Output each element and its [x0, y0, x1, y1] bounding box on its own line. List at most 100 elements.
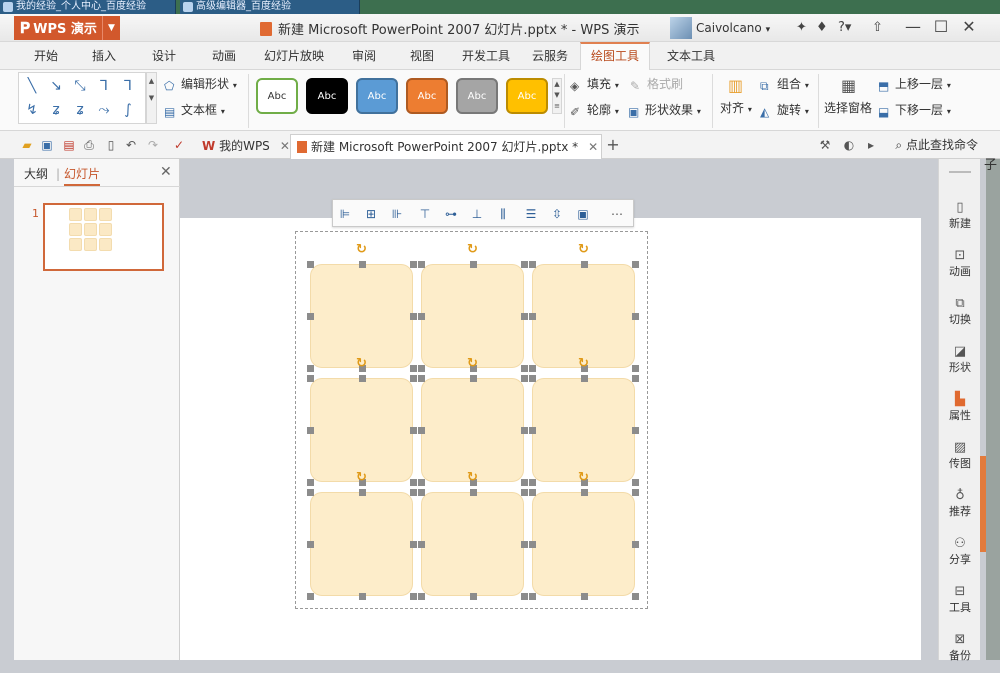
tab-review[interactable]: 审阅 — [342, 42, 386, 70]
resize-handle[interactable] — [307, 313, 314, 320]
sidebar-item-shape[interactable]: ◪ 形状 — [939, 337, 981, 385]
rotate-handle-icon[interactable]: ↻ — [466, 243, 480, 257]
os-tab-baidu-personal[interactable]: 我的经验_个人中心_百度经验 — [0, 0, 176, 14]
format-brush-button[interactable]: ✎ 格式刷 — [630, 75, 683, 93]
sidebar-item-share[interactable]: ⚇ 分享 — [939, 529, 981, 577]
resize-handle[interactable] — [358, 489, 366, 496]
resize-handle[interactable] — [521, 313, 528, 320]
resize-handle[interactable] — [521, 489, 528, 496]
resize-handle[interactable] — [307, 489, 314, 496]
doc-tab-my-wps[interactable]: W 我的WPS ✕ — [196, 134, 296, 159]
resize-handle[interactable] — [418, 427, 425, 434]
resize-handle[interactable] — [580, 261, 588, 268]
tab-developer[interactable]: 开发工具 — [456, 42, 516, 70]
resize-handle[interactable] — [307, 365, 314, 372]
rotate-handle-icon[interactable]: ↻ — [577, 357, 591, 371]
tab-slides[interactable]: 幻灯片 — [64, 166, 101, 186]
gallery-scroll[interactable]: ▲ ▼ — [146, 72, 157, 124]
rounded-square-shape[interactable] — [532, 378, 635, 482]
rotate-handle-icon[interactable]: ↻ — [355, 471, 369, 485]
outline-button[interactable]: ✐ 轮廓 ▾ — [570, 101, 619, 121]
open-icon[interactable]: ▰ — [20, 138, 34, 152]
resize-handle[interactable] — [529, 427, 536, 434]
rounded-square-shape[interactable] — [532, 264, 635, 368]
elbow-arrow-connector-icon[interactable]: ⅂ — [119, 77, 137, 95]
resize-handle[interactable] — [521, 479, 528, 486]
resize-handle[interactable] — [418, 375, 425, 382]
resize-handle[interactable] — [529, 541, 536, 548]
resize-handle[interactable] — [529, 365, 536, 372]
print-icon[interactable]: ⎙ — [82, 138, 96, 152]
toolbar-tool-icon[interactable]: ◐ — [842, 138, 856, 152]
customize-toolbar-icon[interactable]: ✓ — [172, 138, 186, 152]
toolbar-tool-icon[interactable]: ⚒ — [818, 138, 832, 152]
curved-connector-icon[interactable]: ʑ — [47, 101, 65, 119]
sidebar-item-tools[interactable]: ⊟ 工具 — [939, 577, 981, 625]
sidebar-item-new[interactable]: ▯ 新建 — [939, 193, 981, 241]
wps-app-menu-button[interactable]: 𝐏 WPS 演示 ▼ — [14, 16, 120, 40]
save-icon[interactable]: ▣ — [40, 138, 54, 152]
redo-icon[interactable]: ↷ — [146, 138, 160, 152]
text-box-button[interactable]: ▤ 文本框 ▾ — [164, 101, 225, 121]
resize-handle[interactable] — [410, 541, 417, 548]
resize-handle[interactable] — [529, 375, 536, 382]
rotate-handle-icon[interactable]: ↻ — [577, 471, 591, 485]
resize-handle[interactable] — [418, 593, 425, 600]
sidebar-item-backup[interactable]: ⊠ 备份 — [939, 625, 981, 673]
resize-handle[interactable] — [418, 489, 425, 496]
resize-handle[interactable] — [580, 375, 588, 382]
sidebar-item-animation[interactable]: ⊡ 动画 — [939, 241, 981, 289]
shape-style-swatch[interactable]: Abc — [306, 78, 348, 114]
rounded-square-shape[interactable] — [421, 378, 524, 482]
resize-handle[interactable] — [580, 489, 588, 496]
line-shape-icon[interactable]: ╲ — [23, 77, 41, 95]
shape-effect-button[interactable]: ▣ 形状效果 ▾ — [628, 101, 701, 121]
tab-slideshow[interactable]: 幻灯片放映 — [258, 42, 330, 70]
rotate-handle-icon[interactable]: ↻ — [355, 357, 369, 371]
rounded-square-shape[interactable] — [310, 492, 413, 596]
rotate-handle-icon[interactable]: ↻ — [355, 243, 369, 257]
os-tab-baidu-editor[interactable]: 高级编辑器_百度经验 — [180, 0, 360, 14]
minimize-button[interactable]: — — [898, 16, 928, 40]
resize-handle[interactable] — [307, 261, 314, 268]
resize-handle[interactable] — [632, 313, 639, 320]
sidebar-item-transition[interactable]: ⧉ 切换 — [939, 289, 981, 337]
print-preview-icon[interactable]: ▯ — [104, 138, 118, 152]
sidebar-item-upload-image[interactable]: ▨ 传图 — [939, 433, 981, 481]
resize-handle[interactable] — [632, 375, 639, 382]
resize-handle[interactable] — [521, 261, 528, 268]
resize-handle[interactable] — [632, 489, 639, 496]
resize-handle[interactable] — [358, 261, 366, 268]
resize-handle[interactable] — [307, 427, 314, 434]
resize-handle[interactable] — [358, 375, 366, 382]
double-arrow-line-icon[interactable]: ⤡ — [71, 77, 89, 95]
send-backward-button[interactable]: ⬓ 下移一层 ▾ — [878, 101, 951, 121]
close-button[interactable]: ✕ — [954, 16, 984, 40]
resize-handle[interactable] — [307, 375, 314, 382]
resize-handle[interactable] — [521, 593, 528, 600]
rotate-handle-icon[interactable]: ↻ — [466, 471, 480, 485]
upload-icon[interactable]: ⇧ — [872, 20, 883, 36]
user-account[interactable]: Caivolcano ▾ — [670, 17, 770, 39]
resize-handle[interactable] — [521, 375, 528, 382]
resize-handle[interactable] — [307, 541, 314, 548]
resize-handle[interactable] — [521, 541, 528, 548]
tab-text-tools[interactable]: 文本工具 — [656, 42, 726, 70]
resize-handle[interactable] — [418, 365, 425, 372]
rounded-square-shape[interactable] — [310, 264, 413, 368]
tab-design[interactable]: 设计 — [142, 42, 186, 70]
resize-handle[interactable] — [580, 593, 588, 600]
resize-handle[interactable] — [469, 375, 477, 382]
arrow-line-icon[interactable]: ↘ — [47, 77, 65, 95]
help-icon[interactable]: ?▾ — [838, 20, 851, 36]
resize-handle[interactable] — [521, 365, 528, 372]
rounded-square-shape[interactable] — [421, 264, 524, 368]
elbow-connector-icon[interactable]: ⅂ — [95, 77, 113, 95]
doc-tab-presentation[interactable]: 新建 Microsoft PowerPoint 2007 幻灯片.pptx * ✕ — [290, 134, 602, 159]
sidebar-item-properties[interactable]: ▙ 属性 — [939, 385, 981, 433]
resize-handle[interactable] — [529, 261, 536, 268]
elbow-double-arrow-icon[interactable]: ↯ — [23, 101, 41, 119]
close-icon[interactable]: ✕ — [588, 140, 598, 154]
slide-thumbnail[interactable] — [43, 203, 164, 271]
sidebar-item-recommend[interactable]: ♁ 推荐 — [939, 481, 981, 529]
